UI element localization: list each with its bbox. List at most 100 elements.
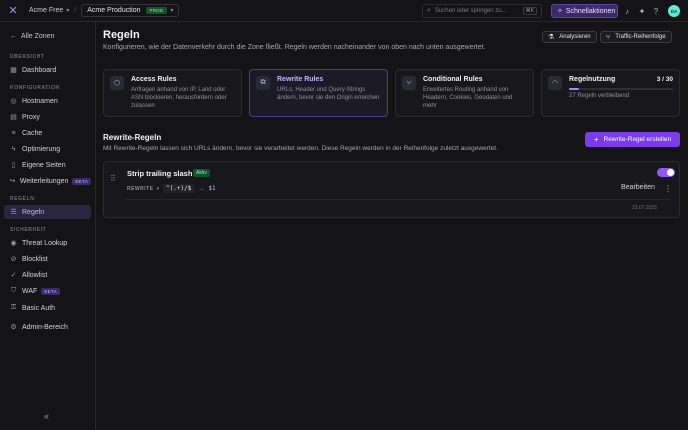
search-shortcut: ⌘K	[522, 7, 537, 15]
branch-icon: ⑂	[606, 33, 611, 41]
usage-progress-bar	[569, 88, 673, 90]
rule-pattern: ^(.+)/$	[163, 184, 195, 193]
org-name: Acme Free	[29, 7, 64, 14]
divider	[127, 199, 671, 200]
card-rewrite-rules[interactable]: ⧉ Rewrite Rules URLs, Header und Query-S…	[249, 69, 388, 117]
rule-replacement: $1	[208, 185, 216, 192]
sidebar-item-hostnames[interactable]: ◎ Hostnamen	[4, 94, 91, 108]
sidebar-item-label: Proxy	[22, 113, 40, 121]
sidebar-item-label: Optimierung	[22, 145, 61, 153]
sidebar-item-label: Eigene Seiten	[22, 161, 66, 169]
rule-enabled-toggle[interactable]	[657, 168, 675, 177]
rule-type: REWRITE	[127, 185, 154, 192]
sidebar-item-cache[interactable]: ≡ Cache	[4, 126, 91, 140]
sidebar-item-label: Basic Auth	[22, 304, 56, 312]
edit-rule-button[interactable]: Bearbeiten	[621, 184, 655, 191]
plus-icon: +	[593, 135, 599, 144]
sidebar-item-threat-lookup[interactable]: ◉ Threat Lookup	[4, 236, 91, 250]
sidebar-item-label: Dashboard	[22, 66, 57, 74]
search-input[interactable]: ⌕ Suchen oder springen zu... ⌘K	[422, 4, 542, 18]
redirect-icon: ↪	[9, 178, 16, 185]
quick-actions-button[interactable]: ✧ Schnellaktionen	[551, 4, 618, 18]
usage-count: 3 / 30	[656, 76, 673, 83]
card-description: URLs, Header und Query-Strings ändern, b…	[277, 87, 380, 101]
sidebar-item-label: Admin-Bereich	[22, 323, 68, 331]
analyze-button[interactable]: ⚗ Analysieren	[542, 31, 597, 43]
sidebar-item-optimierung[interactable]: ϟ Optimierung	[4, 142, 91, 156]
status-badge: Aktiv	[193, 169, 210, 177]
chevron-down-icon: ▾	[156, 185, 160, 192]
traffic-order-button[interactable]: ⑂ Traffic-Reihenfolge	[600, 31, 672, 43]
gauge-icon: ◠	[548, 76, 562, 90]
list-icon: ☰	[10, 209, 17, 216]
drag-handle-icon[interactable]: ⠿	[110, 174, 116, 183]
chevron-down-icon: ▾	[170, 8, 174, 14]
page-title: Regeln	[103, 29, 140, 41]
radar-icon: ◉	[10, 240, 17, 247]
rule-name: Strip trailing slash	[127, 169, 193, 178]
collapse-sidebar-icon[interactable]: «	[44, 411, 49, 421]
card-conditional-rules[interactable]: ⑂ Conditional Rules Erweitertes Routing …	[395, 69, 534, 117]
section-security: SICHERHEIT	[10, 227, 47, 233]
file-icon: ▯	[11, 162, 16, 169]
zone-name: Acme Production	[87, 7, 141, 14]
shield-icon: ⬡	[110, 76, 124, 90]
breadcrumb-separator: /	[74, 7, 77, 14]
sidebar: ← Alle Zonen ÜBERSICHT ▦ Dashboard KONFI…	[0, 22, 96, 430]
chevron-down-icon: ▾	[66, 8, 70, 14]
usage-remaining: 27 Regeln verbleibend	[569, 93, 630, 99]
back-label: Alle Zonen	[21, 33, 55, 40]
usage-progress-fill	[569, 88, 580, 90]
check-circle-icon: ✓	[10, 272, 17, 279]
card-description: Anfragen anhand von IP, Land oder ASN bl…	[131, 87, 227, 109]
logo-icon[interactable]: ✕	[6, 4, 20, 18]
sidebar-item-label: Threat Lookup	[22, 239, 68, 247]
server-icon: ▤	[10, 114, 17, 121]
org-switcher[interactable]: Acme Free ▾	[29, 7, 69, 14]
sidebar-item-label: Allowlist	[22, 271, 48, 279]
settings-icon: ⚙	[10, 324, 17, 331]
create-rewrite-rule-button[interactable]: + Rewrite-Regel erstellen	[585, 132, 680, 147]
section-config: KONFIGURATION	[10, 85, 60, 91]
sidebar-item-blocklist[interactable]: ⊘ Blocklist	[4, 252, 91, 266]
search-placeholder: Suchen oder springen zu...	[434, 8, 507, 14]
zone-env-badge: PROD	[145, 7, 168, 14]
back-all-zones-link[interactable]: ← Alle Zonen	[10, 33, 54, 40]
section-rules: REGELN	[10, 196, 35, 202]
shield-icon: ⛉	[10, 287, 17, 294]
database-icon: ≡	[11, 129, 16, 137]
sidebar-item-allowlist[interactable]: ✓ Allowlist	[4, 268, 91, 282]
sidebar-item-dashboard[interactable]: ▦ Dashboard	[4, 63, 91, 77]
page-subtitle: Konfigurieren, wie der Datenverkehr durc…	[103, 44, 486, 51]
card-title: Rewrite Rules	[277, 76, 324, 83]
card-access-rules[interactable]: ⬡ Access Rules Anfragen anhand von IP, L…	[103, 69, 242, 117]
sidebar-item-label: Weiterleitungen	[19, 177, 69, 185]
rewrite-section-subtitle: Mit Rewrite-Regeln lassen sich URLs ände…	[103, 145, 498, 152]
rule-row: ⠿ Strip trailing slash Aktiv REWRITE ▾ ^…	[103, 161, 680, 218]
sidebar-item-basic-auth[interactable]: ⚿ Basic Auth	[4, 301, 91, 315]
sidebar-item-label: Regeln	[22, 208, 45, 216]
traffic-order-label: Traffic-Reihenfolge	[615, 34, 666, 40]
sidebar-item-label: Blocklist	[22, 255, 48, 263]
beta-badge: BETA	[41, 287, 60, 295]
sidebar-item-eigene-seiten[interactable]: ▯ Eigene Seiten	[4, 158, 91, 172]
toggle-knob	[667, 169, 674, 176]
search-icon: ⌕	[427, 7, 431, 14]
sidebar-item-weiterleitungen[interactable]: ↪ Weiterleitungen BETA	[4, 174, 91, 188]
help-icon[interactable]: ?	[651, 6, 661, 16]
avatar[interactable]: DA	[668, 5, 680, 17]
git-branch-icon: ⑂	[402, 76, 416, 90]
sidebar-item-regeln[interactable]: ☰ Regeln	[4, 205, 91, 219]
sidebar-item-proxy[interactable]: ▤ Proxy	[4, 110, 91, 124]
globe-icon: ◎	[10, 98, 17, 105]
rule-expression: REWRITE ▾ ^(.+)/$ → $1	[127, 184, 216, 193]
sidebar-item-admin[interactable]: ⚙ Admin-Bereich	[4, 320, 91, 334]
sidebar-item-waf[interactable]: ⛉ WAF BETA	[4, 284, 91, 298]
more-options-icon[interactable]: ⋮	[664, 184, 672, 193]
sidebar-item-label: Hostnamen	[22, 97, 58, 105]
arrow-right-icon: →	[198, 185, 205, 192]
bell-icon[interactable]: ♪	[622, 6, 632, 16]
zone-switcher[interactable]: Acme Production PROD ▾	[81, 4, 180, 17]
magic-icon[interactable]: ✦	[637, 6, 647, 16]
quick-actions-label: Schnellaktionen	[565, 7, 616, 15]
